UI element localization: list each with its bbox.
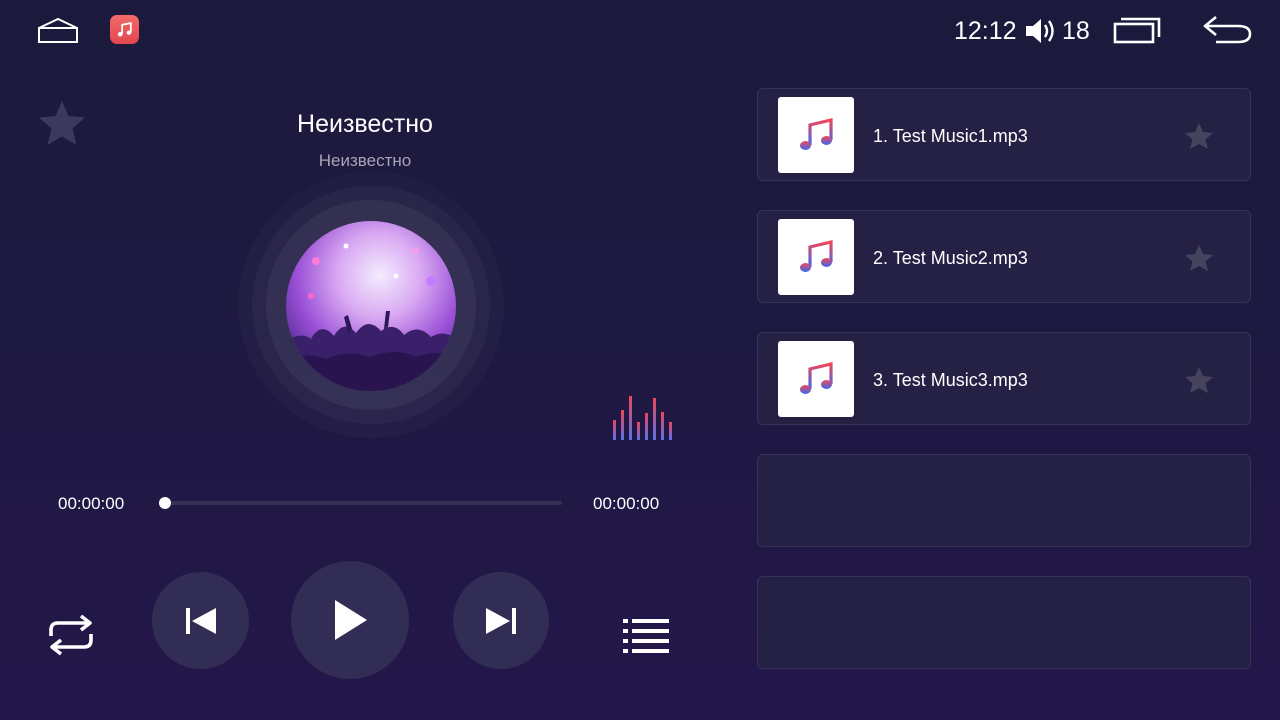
track-thumbnail bbox=[778, 219, 854, 295]
total-time: 00:00:00 bbox=[593, 494, 660, 513]
music-note-icon bbox=[800, 239, 833, 272]
equalizer-icon[interactable] bbox=[612, 396, 674, 440]
star-icon[interactable] bbox=[1184, 244, 1214, 272]
volume-icon[interactable] bbox=[1024, 16, 1058, 46]
current-time: 00:00:00 bbox=[58, 494, 125, 513]
volume-level: 18 bbox=[1062, 17, 1090, 45]
playlist-item[interactable]: 1. Test Music1.mp3 bbox=[757, 88, 1251, 181]
playlist-item-empty[interactable] bbox=[757, 454, 1251, 547]
clock: 12:12 bbox=[954, 17, 1017, 45]
previous-button[interactable] bbox=[152, 572, 249, 669]
song-title: Неизвестно bbox=[297, 110, 433, 138]
track-thumbnail bbox=[778, 341, 854, 417]
song-artist: Неизвестно bbox=[318, 151, 412, 170]
music-app-icon[interactable] bbox=[110, 15, 139, 44]
repeat-icon[interactable] bbox=[45, 614, 97, 656]
track-name: 2. Test Music2.mp3 bbox=[873, 248, 1028, 268]
play-icon bbox=[335, 600, 367, 640]
playlist-item[interactable]: 2. Test Music2.mp3 bbox=[757, 210, 1251, 303]
track-thumbnail bbox=[778, 97, 854, 173]
progress-bar[interactable] bbox=[165, 501, 562, 505]
progress-knob[interactable] bbox=[159, 497, 171, 509]
recent-apps-icon[interactable] bbox=[1112, 16, 1162, 46]
playlist-icon[interactable] bbox=[622, 618, 670, 654]
next-button[interactable] bbox=[453, 572, 549, 669]
album-art bbox=[286, 221, 456, 391]
home-icon[interactable] bbox=[36, 14, 80, 44]
playlist-item-empty[interactable] bbox=[757, 576, 1251, 669]
play-button[interactable] bbox=[291, 561, 409, 679]
back-icon[interactable] bbox=[1200, 14, 1254, 46]
playlist-item[interactable]: 3. Test Music3.mp3 bbox=[757, 332, 1251, 425]
music-note-icon bbox=[800, 361, 833, 394]
star-icon[interactable] bbox=[1184, 366, 1214, 394]
music-note-icon bbox=[800, 117, 833, 150]
music-note-icon bbox=[117, 22, 132, 37]
track-name: 1. Test Music1.mp3 bbox=[873, 126, 1028, 146]
track-name: 3. Test Music3.mp3 bbox=[873, 370, 1028, 390]
next-icon bbox=[486, 607, 516, 634]
star-icon[interactable] bbox=[1184, 122, 1214, 150]
previous-icon bbox=[185, 607, 216, 634]
